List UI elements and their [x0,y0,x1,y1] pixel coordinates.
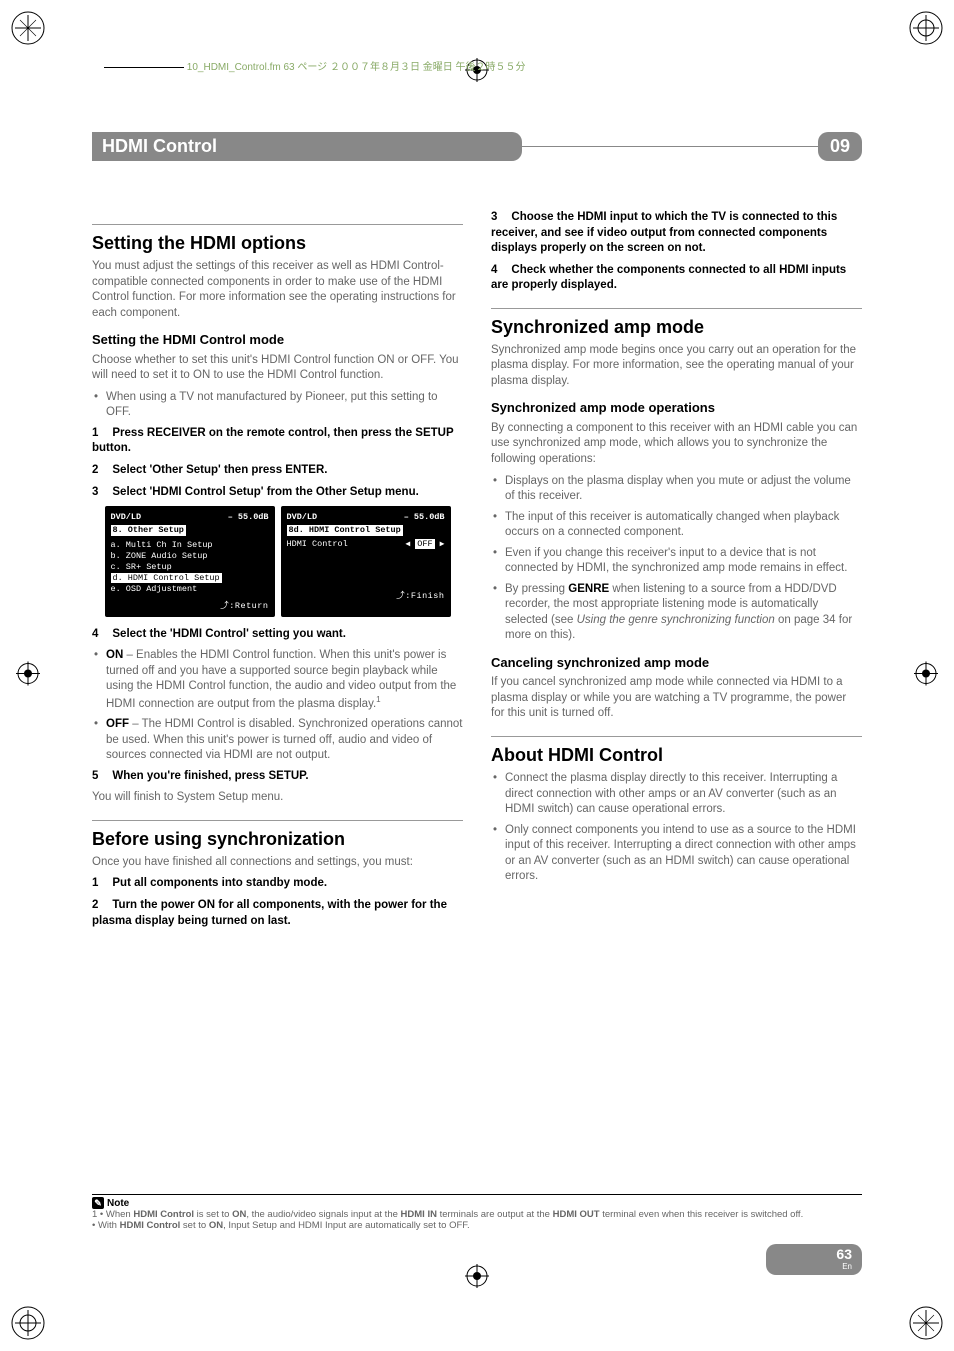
before-step-4: 4 Check whether the components connected… [491,263,862,294]
osd-hdmi-control-setup: DVD/LD– 55.0dB 8d. HDMI Control Setup HD… [281,506,451,617]
cross-mark-icon [912,659,940,692]
step-5-post: You will finish to System Setup menu. [92,790,463,806]
op-bullet-1: Displays on the plasma display when you … [505,474,862,505]
heading-sync-ops: Synchronized amp mode operations [491,399,862,417]
page-number-badge: 63 En [766,1244,862,1275]
footnote-2: • With HDMI Control set to ON, Input Set… [92,1220,862,1231]
left-column: Setting the HDMI options You must adjust… [92,210,463,935]
footnote-1: 1 • When HDMI Control is set to ON, the … [92,1209,862,1220]
heading-before-sync: Before using synchronization [92,827,463,851]
page-header: HDMI Control 09 [92,132,862,161]
footnote-box: ✎Note 1 • When HDMI Control is set to ON… [92,1194,862,1231]
heading-setting-options: Setting the HDMI options [92,231,463,255]
heading-control-mode: Setting the HDMI Control mode [92,331,463,349]
para-cancel-sync: If you cancel synchronized amp mode whil… [491,675,862,722]
about-bullet-1: Connect the plasma display directly to t… [505,771,862,818]
doc-filename-text: 10_HDMI_Control.fm 63 ページ ２００７年８月３日 金曜日 … [187,62,526,73]
bullet-control-mode: When using a TV not manufactured by Pion… [106,390,463,421]
before-step-2: 2 Turn the power ON for all components, … [92,898,463,929]
page-lang: En [836,1262,852,1271]
before-step-3: 3 Choose the HDMI input to which the TV … [491,210,862,257]
registration-mark-icon [908,10,944,46]
bullet-on: ON – Enables the HDMI Control function. … [106,648,463,712]
page-title: HDMI Control [92,132,522,161]
step-2: 2 Select 'Other Setup' then press ENTER. [92,463,463,479]
registration-mark-icon [908,1305,944,1341]
page-number: 63 [836,1246,852,1262]
heading-sync-amp: Synchronized amp mode [491,315,862,339]
step-5: 5 When you're finished, press SETUP. [92,769,463,785]
registration-mark-icon [10,1305,46,1341]
right-column: 3 Choose the HDMI input to which the TV … [491,210,862,935]
para-control-mode: Choose whether to set this unit's HDMI C… [92,353,463,384]
cross-mark-icon [14,659,42,692]
para-before-sync: Once you have finished all connections a… [92,855,463,871]
registration-mark-icon [10,10,46,46]
chapter-number-badge: 09 [818,132,862,161]
step-4: 4 Select the 'HDMI Control' setting you … [92,627,463,643]
para-sync-amp: Synchronized amp mode begins once you ca… [491,343,862,390]
osd-other-setup: DVD/LD– 55.0dB 8. Other Setup a. Multi C… [105,506,275,617]
op-bullet-4: By pressing GENRE when listening to a so… [505,582,862,644]
op-bullet-2: The input of this receiver is automatica… [505,510,862,541]
heading-about-hdmi: About HDMI Control [491,743,862,767]
note-label: ✎Note [92,1197,129,1209]
cross-mark-icon [463,1262,491,1295]
before-step-1: 1 Put all components into standby mode. [92,876,463,892]
para-setting-options: You must adjust the settings of this rec… [92,259,463,321]
heading-cancel-sync: Canceling synchronized amp mode [491,654,862,672]
bullet-off: OFF – The HDMI Control is disabled. Sync… [106,717,463,764]
para-sync-ops: By connecting a component to this receiv… [491,421,862,468]
doc-filename-tag: 10_HDMI_Control.fm 63 ページ ２００７年８月３日 金曜日 … [98,58,526,73]
osd-screenshots: DVD/LD– 55.0dB 8. Other Setup a. Multi C… [92,506,463,617]
content-columns: Setting the HDMI options You must adjust… [92,210,862,935]
step-3: 3 Select 'HDMI Control Setup' from the O… [92,485,463,501]
step-1: 1 Press RECEIVER on the remote control, … [92,426,463,457]
note-icon: ✎ [92,1197,104,1209]
op-bullet-3: Even if you change this receiver's input… [505,546,862,577]
about-bullet-2: Only connect components you intend to us… [505,823,862,885]
